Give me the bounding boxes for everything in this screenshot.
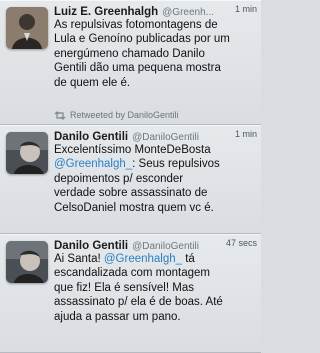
retweet-indicator: Retweeted by DaniloGentili bbox=[54, 110, 179, 120]
author-handle[interactable]: @Greenh... bbox=[162, 7, 214, 18]
timestamp: 1 min bbox=[234, 4, 257, 14]
tweet-text-part: Excelentíssimo MonteDeBosta bbox=[54, 144, 211, 156]
avatar[interactable] bbox=[6, 132, 48, 174]
avatar[interactable] bbox=[6, 241, 48, 283]
timestamp: 47 secs bbox=[225, 238, 257, 248]
tweet-text: As repulsivas fotomontagens de Lula e Ge… bbox=[54, 19, 230, 89]
mention-link[interactable]: @Greenhalgh_ bbox=[54, 158, 132, 170]
author-handle[interactable]: @DaniloGentili bbox=[132, 241, 199, 252]
tweet-header: Danilo Gentili @DaniloGentili 1 min bbox=[54, 127, 257, 143]
tweet-text: Ai Santa! @Greenhalgh_ tá escandalizada … bbox=[54, 252, 255, 324]
author-name[interactable]: Danilo Gentili bbox=[54, 131, 128, 143]
tweet-item[interactable]: Danilo Gentili @DaniloGentili 1 min Excel… bbox=[0, 125, 261, 234]
tweet-header: Danilo Gentili @DaniloGentili 47 secs bbox=[54, 236, 257, 252]
timestamp: 1 min bbox=[234, 129, 257, 139]
retweeted-by-label: Retweeted by DaniloGentili bbox=[70, 110, 179, 120]
tweet-item[interactable]: Danilo Gentili @DaniloGentili 47 secs Ai … bbox=[0, 234, 261, 353]
retweet-icon bbox=[54, 110, 66, 120]
tweet-text: Excelentíssimo MonteDeBosta @Greenhalgh_… bbox=[54, 143, 255, 215]
tweet-text-part: Ai Santa! bbox=[54, 253, 104, 265]
author-handle[interactable]: @DaniloGentili bbox=[132, 132, 199, 143]
tweet-header: Luiz E. Greenhalgh @Greenh... 1 min bbox=[54, 2, 257, 18]
avatar[interactable] bbox=[6, 7, 48, 49]
tweet-item[interactable]: Luiz E. Greenhalgh @Greenh... 1 min As re… bbox=[0, 0, 261, 125]
timeline: Luiz E. Greenhalgh @Greenh... 1 min As re… bbox=[0, 0, 261, 353]
author-name[interactable]: Danilo Gentili bbox=[54, 240, 128, 252]
author-name[interactable]: Luiz E. Greenhalgh bbox=[54, 6, 158, 18]
mention-link[interactable]: @Greenhalgh_ bbox=[104, 253, 182, 265]
